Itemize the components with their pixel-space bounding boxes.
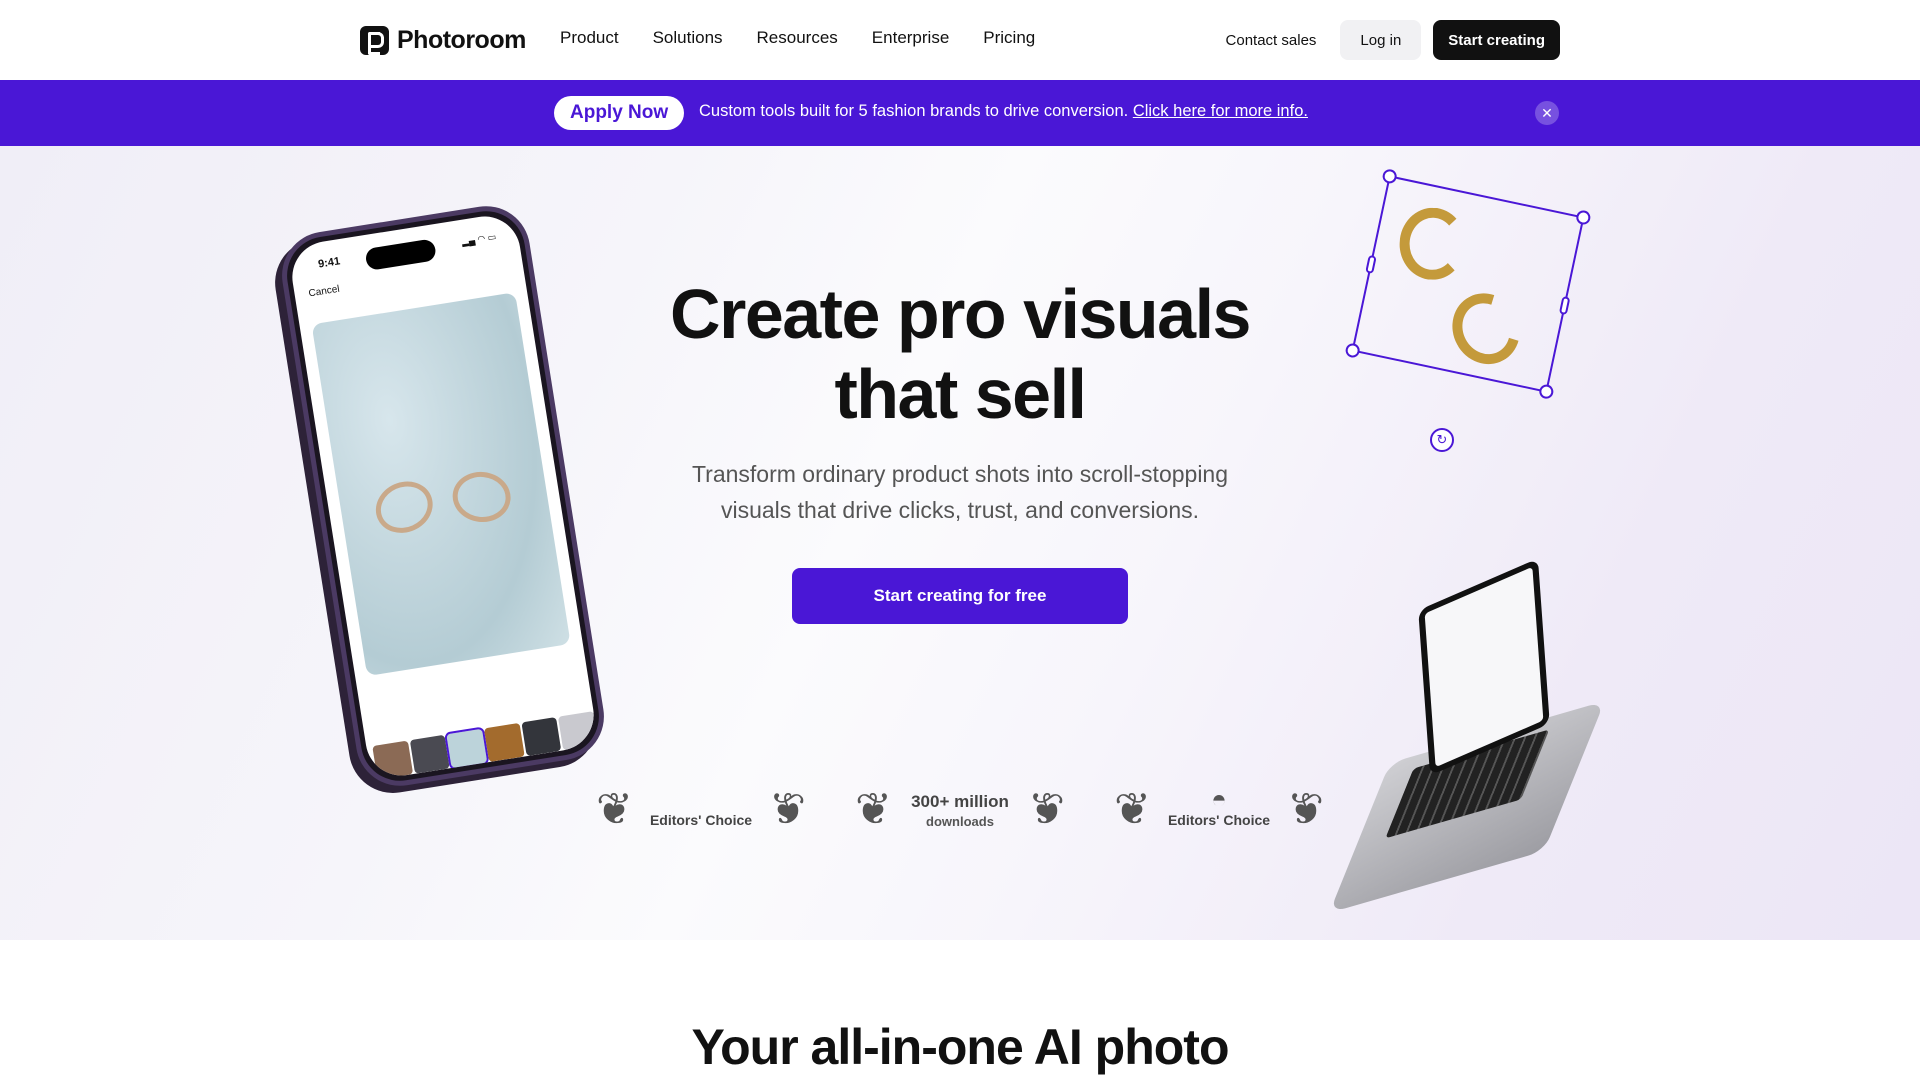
login-button[interactable]: Log in bbox=[1340, 20, 1422, 60]
photoroom-logo[interactable]: Photoroom bbox=[360, 25, 526, 55]
thumbnail bbox=[372, 740, 413, 780]
hero-subtitle: Transform ordinary product shots into sc… bbox=[610, 456, 1310, 528]
resize-handle[interactable] bbox=[1538, 383, 1555, 400]
earrings-product-photo bbox=[311, 292, 571, 677]
earring-image bbox=[450, 469, 514, 525]
contact-sales-link[interactable]: Contact sales bbox=[1226, 32, 1317, 49]
top-navigation: Photoroom Product Solutions Resources En… bbox=[0, 0, 1920, 80]
banner-text: Custom tools built for 5 fashion brands … bbox=[699, 102, 1133, 120]
downloads-award: ❦ ❦ 300+ million downloads bbox=[855, 782, 1065, 838]
side-resize-handle[interactable] bbox=[1558, 295, 1571, 316]
awards-row: ❦ ❦ Editors' Choice ❦ ❦ 300+ million dow… bbox=[596, 782, 1324, 838]
apply-now-button[interactable]: Apply Now bbox=[554, 96, 685, 130]
gold-earring-image bbox=[1440, 281, 1533, 377]
logo-mark-icon bbox=[360, 25, 389, 55]
promo-banner: Apply Now Custom tools built for 5 fashi… bbox=[0, 80, 1920, 146]
earring-image bbox=[367, 472, 441, 542]
downloads-count: 300+ million bbox=[911, 792, 1009, 811]
award-label: Editors' Choice bbox=[649, 812, 753, 828]
thumbnail bbox=[483, 722, 525, 763]
laurel-right-icon: ❦ bbox=[769, 785, 806, 834]
section-title: Your all-in-one AI photo bbox=[691, 1019, 1229, 1075]
menu-item-pricing[interactable]: Pricing bbox=[983, 28, 1035, 48]
thumbnail bbox=[558, 711, 599, 751]
phone-status-icons: ▂▄ ◠ ▭ bbox=[461, 231, 497, 247]
banner-more-info-link[interactable]: Click here for more info. bbox=[1133, 102, 1308, 120]
rotate-icon[interactable]: ↻ bbox=[1430, 428, 1454, 452]
side-resize-handle[interactable] bbox=[1365, 254, 1377, 275]
downloads-label: downloads bbox=[926, 814, 994, 829]
laptop-mockup bbox=[1329, 558, 1605, 913]
banner-message: Custom tools built for 5 fashion brands … bbox=[699, 102, 1308, 121]
laurel-left-icon: ❦ bbox=[596, 785, 633, 834]
phone-screen: 9:41 ▂▄ ◠ ▭ Cancel bbox=[287, 211, 599, 781]
menu-item-product[interactable]: Product bbox=[560, 28, 619, 48]
hero-subtitle-line: visuals that drive clicks, trust, and co… bbox=[720, 497, 1200, 523]
hero-section: 9:41 ▂▄ ◠ ▭ Cancel Create pro visuals th… bbox=[0, 146, 1920, 940]
android-editors-choice-award: ❦ ❦ ◓ Editors' Choice bbox=[1114, 782, 1324, 838]
hero-title-line: Create pro visuals bbox=[670, 275, 1251, 353]
resize-handle[interactable] bbox=[1575, 209, 1592, 226]
thumbnail bbox=[521, 716, 562, 757]
award-label: Editors' Choice bbox=[1167, 812, 1271, 828]
start-creating-button[interactable]: Start creating bbox=[1433, 20, 1560, 60]
menu-item-resources[interactable]: Resources bbox=[757, 28, 838, 48]
main-menu: Product Solutions Resources Enterprise P… bbox=[560, 28, 1069, 48]
nav-actions: Contact sales Log in Start creating bbox=[1226, 20, 1560, 60]
resize-handle[interactable] bbox=[1381, 168, 1398, 185]
gold-earring-image bbox=[1398, 206, 1467, 281]
menu-item-enterprise[interactable]: Enterprise bbox=[872, 28, 949, 48]
thumbnail bbox=[444, 726, 490, 771]
menu-item-solutions[interactable]: Solutions bbox=[653, 28, 723, 48]
start-creating-free-button[interactable]: Start creating for free bbox=[792, 568, 1128, 624]
hero-subtitle-line: Transform ordinary product shots into sc… bbox=[691, 461, 1229, 487]
apple-editors-choice-award: ❦ ❦ Editors' Choice bbox=[596, 782, 806, 838]
hero-title: Create pro visuals that sell bbox=[560, 274, 1360, 434]
phone-notch bbox=[364, 238, 438, 271]
phone-time: 9:41 bbox=[317, 255, 341, 271]
earrings-selection-box[interactable] bbox=[1344, 168, 1592, 400]
android-icon: ◓ bbox=[1211, 784, 1227, 814]
hero-title-line: that sell bbox=[834, 355, 1087, 433]
close-icon[interactable]: ✕ bbox=[1535, 101, 1559, 125]
phone-cancel-label: Cancel bbox=[307, 283, 341, 300]
thumbnail bbox=[409, 734, 451, 774]
logo-text: Photoroom bbox=[397, 25, 526, 54]
